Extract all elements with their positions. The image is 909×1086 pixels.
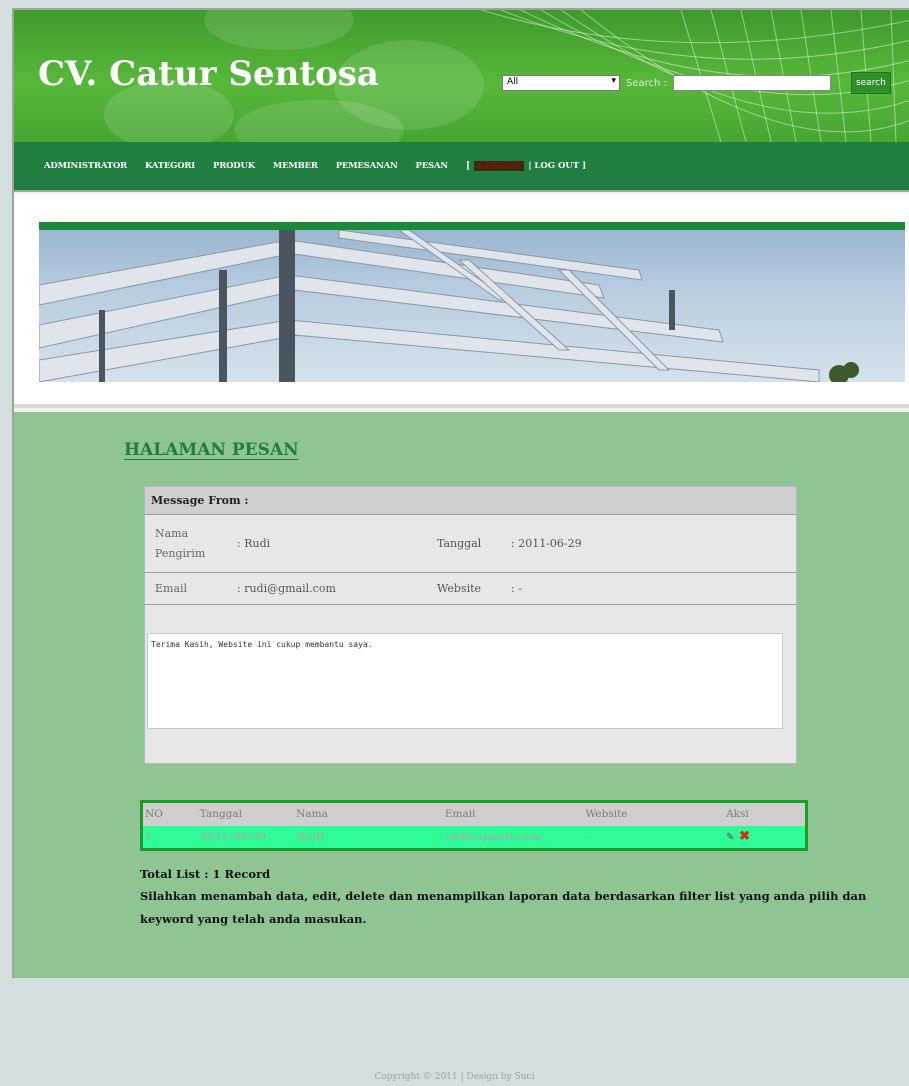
search-area: All Search : search [502, 72, 891, 94]
nav-item-kategori[interactable]: KATEGORI [145, 161, 195, 171]
nav-item-logout[interactable]: | LOG OUT ] [528, 161, 586, 171]
main-nav: ADMINISTRATOR KATEGORI PRODUK MEMBER PEM… [14, 142, 909, 192]
delete-icon[interactable]: ✖ [739, 829, 750, 844]
message-panel: Message From : Nama Pengirim : Rudi Tang… [144, 486, 797, 764]
steel-truss-graphic [39, 230, 859, 382]
total-records: Total List : 1 Record [140, 867, 271, 881]
instruction-note: Silahkan menambah data, edit, delete dan… [140, 889, 867, 926]
column-header-aksi: Aksi [724, 801, 807, 826]
nav-item-active[interactable]: CEKBAN [474, 161, 525, 171]
site-header: CV. Catur Sentosa All Search : search [14, 10, 909, 142]
page-frame: CV. Catur Sentosa All Search : search AD… [12, 8, 909, 978]
edit-icon[interactable]: ✎ [726, 832, 736, 843]
category-select[interactable]: All [502, 75, 620, 91]
nav-bracket: [ [465, 161, 471, 171]
message-header: Message From : [145, 487, 796, 515]
column-header-tanggal: Tanggal [197, 801, 295, 826]
header-decoration [204, 10, 354, 50]
column-header-no: NO [141, 801, 198, 826]
website-label: Website [437, 582, 482, 595]
date-value: : 2011-06-29 [511, 537, 582, 550]
column-header-nama: Nama [294, 801, 443, 826]
site-brand: CV. Catur Sentosa [38, 54, 379, 94]
cell-no: 1 [141, 825, 198, 850]
email-value: : rudi@gmail.com [237, 582, 336, 595]
date-label: Tanggal [437, 537, 482, 550]
nav-item-produk[interactable]: PRODUK [213, 161, 255, 171]
banner-image [39, 230, 905, 382]
email-label: Email [155, 581, 188, 595]
nav-item-member[interactable]: MEMBER [273, 161, 318, 171]
message-body-textarea[interactable]: Terima Kasih, Website ini cukup membantu… [147, 633, 783, 729]
nav-item-pemesanan[interactable]: PEMESANAN [336, 161, 398, 171]
sender-value: : Rudi [237, 537, 271, 550]
cell-website: - [583, 825, 725, 850]
main-content: HALAMAN PESAN Message From : Nama Pengir… [14, 412, 909, 978]
column-header-website: Website [583, 801, 725, 826]
table-row[interactable]: 1 2011-06-29 Rudi rudi@gmail.com - ✎ ✖ [141, 825, 807, 850]
search-input[interactable] [672, 75, 831, 91]
banner-bar [39, 222, 905, 230]
nav-item-pesan[interactable]: PESAN [416, 161, 449, 171]
message-list-table: NO Tanggal Nama Email Website Aksi 1 201… [140, 800, 808, 851]
footer-copyright: Copyright © 2011 | Design by Suci [374, 1072, 535, 1082]
message-row-sender: Nama Pengirim : Rudi Tanggal : 2011-06-2… [145, 515, 796, 573]
cell-aksi: ✎ ✖ [724, 825, 807, 850]
sender-label: Nama Pengirim [155, 526, 206, 560]
column-header-email: Email [442, 801, 584, 826]
banner-section [14, 194, 909, 408]
page-title: HALAMAN PESAN [124, 440, 299, 460]
table-header-row: NO Tanggal Nama Email Website Aksi [141, 801, 807, 826]
cell-tanggal: 2011-06-29 [197, 825, 295, 850]
cell-email: rudi@gmail.com [442, 825, 584, 850]
message-row-email: Email : rudi@gmail.com Website : - [145, 573, 796, 605]
nav-item-administrator[interactable]: ADMINISTRATOR [44, 161, 127, 171]
search-button[interactable]: search [850, 72, 891, 94]
search-label: Search : [626, 77, 667, 89]
website-value: : - [511, 582, 522, 595]
cell-nama: Rudi [294, 825, 443, 850]
